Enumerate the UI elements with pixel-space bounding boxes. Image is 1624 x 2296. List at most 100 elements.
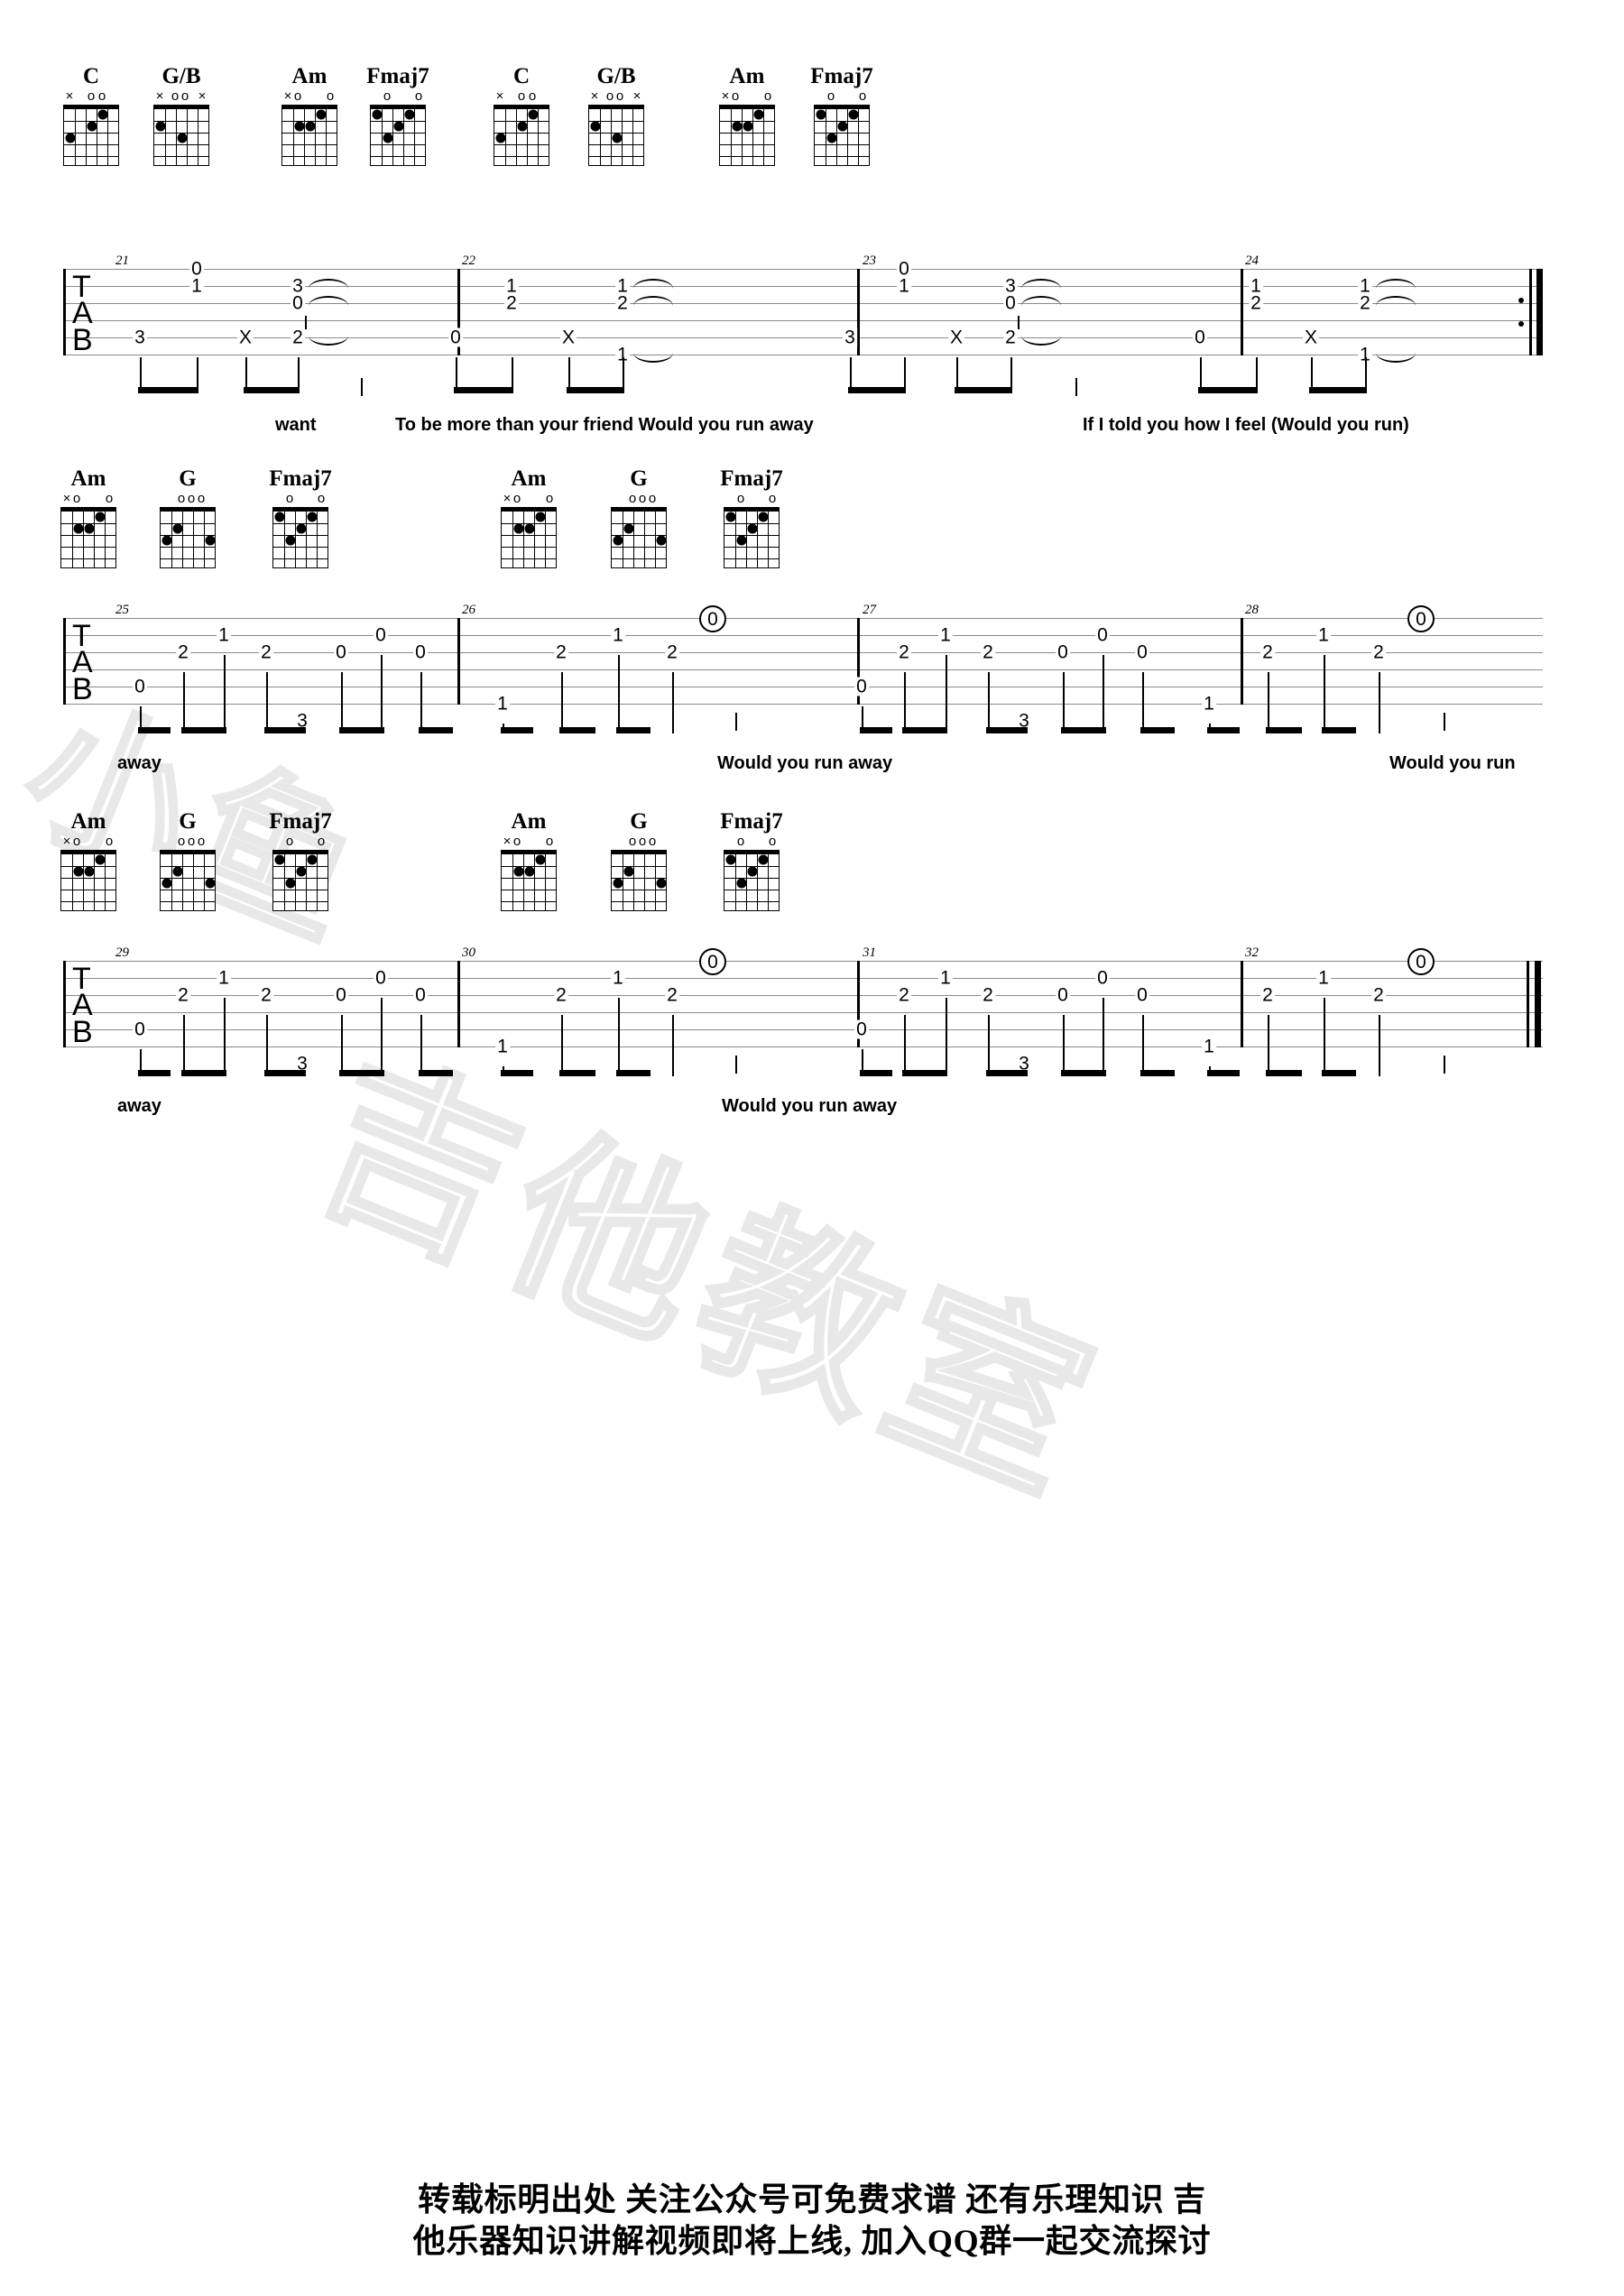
note-beam: [1140, 1070, 1175, 1076]
note-stem: [1379, 672, 1381, 733]
fretboard-grid: [272, 850, 328, 911]
open-marker-icon: o: [293, 88, 302, 104]
finger-dot: [535, 854, 546, 865]
chord-name: Fmaj7: [720, 466, 783, 491]
open-marker-icon: o: [97, 88, 106, 104]
final-barline-thin: [1527, 961, 1529, 1047]
fretboard-grid: [719, 105, 775, 166]
fret-number: 1: [1202, 693, 1216, 715]
open-marker-icon: o: [285, 834, 294, 849]
chord-open-mute-markers: o o: [370, 89, 426, 105]
note-stem: [1103, 655, 1105, 733]
chord-open-mute-markers: × o o: [60, 834, 116, 850]
measure-number: 22: [462, 254, 475, 268]
rest-tick: [735, 713, 738, 731]
note-beam: [902, 1070, 947, 1076]
note-beam: [138, 727, 171, 733]
open-marker-icon: o: [317, 491, 326, 506]
finger-dot: [97, 109, 108, 120]
fret-number: 1: [495, 693, 510, 715]
note-stem: [183, 672, 186, 733]
measure-number: 28: [1245, 603, 1259, 617]
open-marker-icon: o: [187, 491, 196, 506]
system-2: Am × o o G o o o Fmaj7 o o Am × o o G o …: [0, 442, 1624, 821]
open-marker-icon: o: [638, 834, 647, 849]
fret-number: 0: [291, 292, 305, 314]
fret-number: 2: [1371, 641, 1386, 663]
fret-number: 1: [1202, 1036, 1216, 1057]
fret-number: 0: [334, 984, 348, 1006]
mute-marker-icon: ×: [62, 834, 71, 849]
system-1: C × o o G/B × o o × Am × o o Fmaj7 o o C…: [0, 0, 1624, 451]
finger-dot: [623, 523, 634, 534]
fret-number: X: [236, 327, 254, 348]
chord-diagram: G o o o: [149, 810, 226, 911]
lyric-line: want: [275, 415, 317, 435]
finger-dot: [73, 523, 84, 534]
harmonic-fret-number: 0: [1407, 605, 1435, 632]
note-stem: [904, 1015, 907, 1076]
chord-diagram: Fmaj7 o o: [262, 810, 339, 911]
note-stem: [1324, 998, 1326, 1076]
note-stem: [1103, 998, 1105, 1076]
note-beam: [339, 727, 384, 733]
note-beam: [986, 1070, 1028, 1076]
fret-number: 0: [413, 984, 428, 1006]
fret-number: 0: [374, 967, 388, 989]
fret-number: 2: [1003, 327, 1018, 348]
chord-name: Fmaj7: [366, 64, 429, 88]
finger-dot: [294, 121, 305, 132]
finger-dot: [826, 133, 837, 143]
chord-diagram: Fmaj7 o o: [803, 65, 881, 166]
note-beam: [1207, 1070, 1240, 1076]
chord-open-mute-markers: × o o: [63, 89, 119, 105]
fretboard-grid: [153, 105, 209, 166]
finger-dot: [613, 878, 623, 889]
finger-dot: [743, 121, 753, 132]
finger-dot: [161, 535, 172, 546]
fret-number: 0: [1003, 292, 1018, 314]
note-stem: [946, 655, 948, 733]
fret-number: 0: [854, 676, 869, 697]
chord-diagram: Am × o o: [490, 467, 567, 568]
chord-diagram: G/B × o o ×: [577, 65, 655, 166]
chord-open-mute-markers: × o o: [501, 834, 557, 850]
measure-number: 24: [1245, 254, 1259, 268]
note-beam: [1309, 387, 1367, 393]
chord-diagram: Fmaj7 o o: [713, 810, 790, 911]
finger-dot: [84, 866, 95, 877]
chord-name: G/B: [596, 64, 636, 88]
measure-number: 25: [115, 603, 129, 617]
finger-dot: [725, 854, 736, 865]
finger-dot: [725, 512, 736, 522]
mute-marker-icon: ×: [590, 88, 599, 104]
chord-open-mute-markers: o o: [272, 492, 328, 507]
fret-number: 2: [554, 984, 568, 1006]
finger-dot: [161, 878, 172, 889]
open-marker-icon: o: [326, 88, 335, 104]
measure-number: 30: [462, 945, 475, 960]
tab-staff: [63, 269, 1543, 359]
rest-tick: [735, 1056, 738, 1074]
chord-name: Am: [291, 64, 328, 88]
fretboard-grid: [611, 850, 667, 911]
note-stem: [618, 998, 621, 1076]
chord-diagram: Fmaj7 o o: [359, 65, 437, 166]
finger-dot: [837, 121, 848, 132]
finger-dot: [758, 512, 769, 522]
open-marker-icon: o: [615, 88, 624, 104]
note-beam: [501, 727, 533, 733]
open-marker-icon: o: [87, 88, 96, 104]
sheet-music-page: 小鱼 吉他教室 C × o o G/B × o o × Am × o o Fma…: [0, 0, 1624, 2296]
final-barline-thick: [1535, 961, 1541, 1047]
tab-clef-b: B: [72, 323, 93, 357]
fret-number: 2: [259, 984, 273, 1006]
chord-name: C: [512, 64, 531, 88]
note-beam: [616, 1070, 651, 1076]
note-stem: [183, 1015, 186, 1076]
finger-dot: [848, 109, 859, 120]
fretboard-grid: [281, 105, 337, 166]
finger-dot: [95, 512, 106, 522]
chord-open-mute-markers: o o: [814, 89, 870, 105]
note-beam: [181, 1070, 226, 1076]
